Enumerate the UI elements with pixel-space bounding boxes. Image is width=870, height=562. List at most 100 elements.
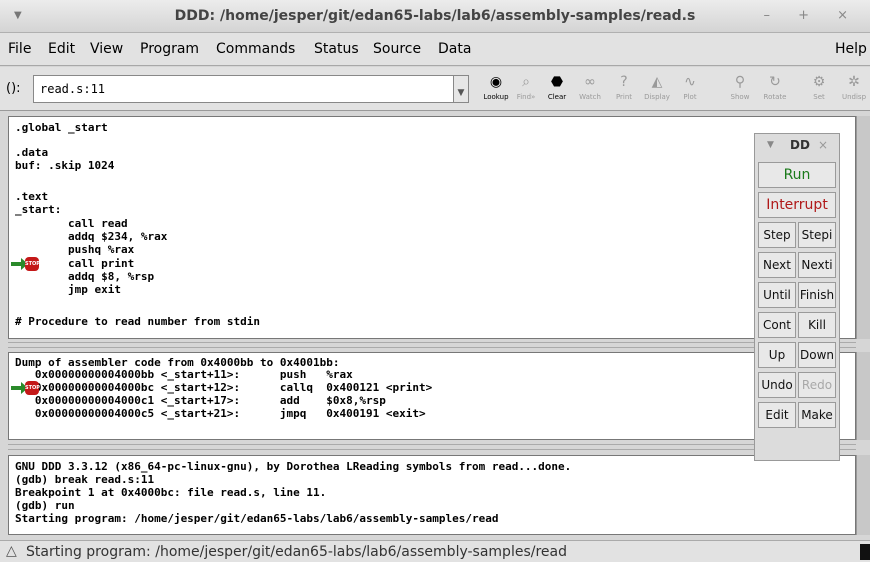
pane-separator[interactable] — [8, 342, 856, 348]
machine-line: 0x00000000004000c1 <_start+17>: add $0x8… — [15, 394, 386, 407]
until-button[interactable]: Until — [758, 282, 796, 308]
finish-button[interactable]: Finish — [798, 282, 836, 308]
undisp-button[interactable]: ✲ Undisp — [838, 73, 870, 107]
machine-line: 0x00000000004000bb <_start+11>: push %ra… — [15, 368, 353, 381]
clear-button[interactable]: ⬣ Clear — [541, 73, 573, 107]
redo-button[interactable]: Redo — [798, 372, 836, 398]
clear-label: Clear — [547, 93, 567, 101]
console-line: (gdb) break read.s:11 — [15, 473, 155, 486]
panel-title: DD — [790, 138, 810, 152]
stop-sign-icon: STOP — [25, 257, 40, 271]
tool-bar: (): read.s:11 ▼ ◉ Lookup ⌕ Find» ⬣ Clear ∞ W… — [0, 67, 870, 111]
machine-scrollbar[interactable] — [856, 352, 870, 440]
display-button[interactable]: ◭ Display — [641, 73, 673, 107]
stepi-button[interactable]: Stepi — [798, 222, 836, 248]
source-scrollbar[interactable] — [856, 116, 870, 339]
source-line: buf: .skip 1024 — [15, 159, 115, 172]
window-controls[interactable]: – + × — [763, 8, 860, 23]
edit-button[interactable]: Edit — [758, 402, 796, 428]
set-icon: ⚙ — [812, 74, 826, 90]
console-scrollbar[interactable] — [856, 455, 870, 535]
menu-source[interactable]: Source — [373, 41, 421, 57]
machine-breakpoint-marker[interactable]: STOP — [11, 381, 41, 395]
machine-line: 0x00000000004000bc <_start+12>: callq 0x… — [15, 381, 433, 394]
set-label: Set — [813, 93, 825, 101]
print-button[interactable]: ? Print — [608, 73, 640, 107]
clear-stop-icon: ⬣ — [550, 74, 564, 90]
interrupt-button[interactable]: Interrupt — [758, 192, 836, 218]
source-line: _start: — [15, 203, 62, 216]
status-text: Starting program: /home/jesper/git/edan6… — [26, 544, 567, 560]
print-label: Print — [615, 93, 633, 101]
plot-icon: ∿ — [684, 74, 696, 90]
rotate-label: Rotate — [763, 93, 787, 101]
panel-menu-icon[interactable]: ▼ — [767, 140, 774, 150]
warning-triangle-icon: △ — [6, 543, 17, 559]
lookup-button[interactable]: ◉ Lookup — [480, 73, 512, 107]
lookup-icon: ◉ — [489, 74, 503, 90]
find-button[interactable]: ⌕ Find» — [510, 73, 542, 107]
undisp-icon: ✲ — [848, 74, 860, 90]
down-button[interactable]: Down — [798, 342, 836, 368]
print-icon: ? — [620, 74, 628, 90]
menu-file[interactable]: File — [8, 41, 31, 57]
display-icon: ◭ — [651, 74, 663, 90]
menu-commands[interactable]: Commands — [216, 41, 295, 57]
next-button[interactable]: Next — [758, 252, 796, 278]
stop-sign-icon: STOP — [25, 381, 40, 395]
set-button[interactable]: ⚙ Set — [803, 73, 835, 107]
menu-bar: File Edit View Program Commands Status S… — [0, 33, 870, 66]
show-label: Show — [730, 93, 750, 101]
status-indicator — [860, 544, 870, 560]
kill-button[interactable]: Kill — [798, 312, 836, 338]
run-button[interactable]: Run — [758, 162, 836, 188]
up-button[interactable]: Up — [758, 342, 796, 368]
plot-label: Plot — [683, 93, 697, 101]
argument-field[interactable]: read.s:11 — [33, 75, 453, 103]
find-icon: ⌕ — [522, 74, 530, 90]
lookup-label: Lookup — [483, 93, 509, 101]
menu-status[interactable]: Status — [314, 41, 359, 57]
argument-label: (): — [6, 81, 21, 96]
source-line: .text — [15, 190, 49, 203]
step-button[interactable]: Step — [758, 222, 796, 248]
menu-program[interactable]: Program — [140, 41, 199, 57]
status-bar: △ Starting program: /home/jesper/git/eda… — [0, 540, 870, 562]
menu-help[interactable]: Help — [835, 41, 867, 57]
panel-title-bar: ▼ DD × — [755, 138, 839, 156]
source-line: pushq %rax — [15, 243, 135, 256]
command-tool-panel: ▼ DD × Run Interrupt Step Stepi Next Nex… — [754, 133, 840, 461]
watch-label: Watch — [579, 93, 601, 101]
breakpoint-marker[interactable]: STOP — [11, 257, 41, 271]
menu-data[interactable]: Data — [438, 41, 471, 57]
watch-icon: ∞ — [584, 74, 596, 90]
rotate-button[interactable]: ↻ Rotate — [759, 73, 791, 107]
argument-history-dropdown[interactable]: ▼ — [453, 75, 469, 103]
source-line: call read — [15, 217, 128, 230]
source-window[interactable]: .global _start .data buf: .skip 1024 .te… — [8, 116, 856, 339]
machine-line: 0x00000000004000c5 <_start+21>: jmpq 0x4… — [15, 407, 426, 420]
plot-button[interactable]: ∿ Plot — [674, 73, 706, 107]
machine-code-window[interactable]: Dump of assembler code from 0x4000bb to … — [8, 352, 856, 440]
source-line: addq $234, %rax — [15, 230, 168, 243]
source-line: # Procedure to read number from stdin — [15, 315, 261, 328]
nexti-button[interactable]: Nexti — [798, 252, 836, 278]
undo-button[interactable]: Undo — [758, 372, 796, 398]
cont-button[interactable]: Cont — [758, 312, 796, 338]
menu-edit[interactable]: Edit — [48, 41, 75, 57]
show-icon: ⚲ — [734, 74, 746, 90]
panel-close-icon[interactable]: × — [818, 138, 828, 152]
pane-separator[interactable] — [8, 444, 856, 450]
source-line: .global _start — [15, 121, 108, 134]
undisp-label: Undisp — [841, 93, 867, 101]
console-line: Breakpoint 1 at 0x4000bc: file read.s, l… — [15, 486, 327, 499]
window-title: DDD: /home/jesper/git/edan65-labs/lab6/a… — [174, 8, 696, 24]
make-button[interactable]: Make — [798, 402, 836, 428]
source-line: .data — [15, 146, 49, 159]
show-button[interactable]: ⚲ Show — [724, 73, 756, 107]
rotate-icon: ↻ — [769, 74, 781, 90]
debugger-console[interactable]: GNU DDD 3.3.12 (x86_64-pc-linux-gnu), by… — [8, 455, 856, 535]
watch-button[interactable]: ∞ Watch — [574, 73, 606, 107]
menu-view[interactable]: View — [90, 41, 123, 57]
console-line: GNU DDD 3.3.12 (x86_64-pc-linux-gnu), by… — [15, 460, 572, 473]
